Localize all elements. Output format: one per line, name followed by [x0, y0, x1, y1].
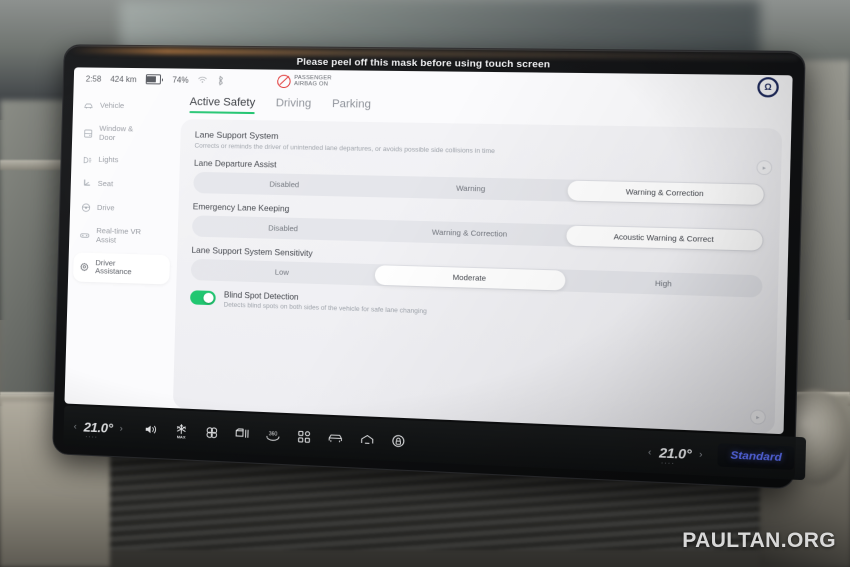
- screen-body: Vehicle Window & Door Lights Seat Drive …: [64, 89, 792, 434]
- sidebar-item-label: Drive: [96, 202, 115, 213]
- next-page-icon[interactable]: ▸: [756, 160, 773, 176]
- segment-option[interactable]: Disabled: [192, 215, 376, 241]
- segment-option-selected[interactable]: Moderate: [375, 265, 566, 291]
- segment-option[interactable]: Disabled: [193, 172, 377, 197]
- settings-panel: Lane Support System Corrects or reminds …: [172, 119, 783, 434]
- clock: 2:58: [85, 73, 102, 84]
- 360-camera-icon[interactable]: 360: [265, 427, 281, 443]
- svg-text:MAX: MAX: [176, 434, 185, 438]
- sidebar-item-label: Driver Assistance: [95, 257, 132, 277]
- car-icon: [83, 101, 94, 110]
- tab-active-safety[interactable]: Active Safety: [189, 96, 255, 114]
- sidebar-item-label: Window & Door: [98, 123, 134, 142]
- segment-option[interactable]: Warning & Correction: [375, 220, 565, 247]
- driver-temp-control: ‹ 21.0° ···· ›: [74, 418, 123, 441]
- gear-icon: [78, 262, 89, 272]
- segment-option[interactable]: High: [566, 270, 763, 298]
- chevron-left-icon[interactable]: ‹: [74, 421, 77, 431]
- sidebar-item-label: Seat: [97, 178, 114, 189]
- blind-spot-detection-text: Blind Spot Detection Detects blind spots…: [224, 290, 428, 315]
- window-door-icon: [82, 128, 93, 138]
- sidebar-item-driver-assistance[interactable]: Driver Assistance: [72, 251, 171, 285]
- sidebar-item-seat[interactable]: Seat: [75, 173, 172, 197]
- passenger-airbag-indicator: PASSENGER AIRBAG ON: [277, 74, 332, 88]
- sidebar-item-label: Vehicle: [99, 100, 125, 111]
- volume-icon[interactable]: [143, 422, 159, 438]
- rear-defrost-icon[interactable]: [234, 426, 250, 442]
- seat-icon: [81, 179, 92, 189]
- blind-spot-detection-toggle[interactable]: [189, 290, 216, 306]
- segment-option-selected[interactable]: Acoustic Warning & Correct: [565, 225, 763, 251]
- vr-assist-icon: [79, 231, 90, 240]
- next-page-icon[interactable]: ▸: [749, 409, 767, 425]
- chevron-right-icon[interactable]: ›: [120, 423, 123, 433]
- home-icon[interactable]: [359, 431, 375, 447]
- watermark: PAULTAN.ORG: [682, 529, 836, 552]
- wifi-icon[interactable]: [198, 76, 208, 84]
- apps-grid-icon[interactable]: [296, 428, 312, 444]
- airbag-label-line2: AIRBAG ON: [293, 81, 329, 88]
- lights-icon: [81, 156, 92, 165]
- chevron-right-icon[interactable]: ›: [699, 449, 703, 460]
- segment-option-selected[interactable]: Warning & Correction: [567, 180, 764, 205]
- sidebar-item-window-door[interactable]: Window & Door: [77, 118, 174, 149]
- drive-mode-button[interactable]: Standard: [717, 443, 795, 471]
- lcd-display: 2:58 424 km 74% PASSENGER AIRBAG ON Ω Ve…: [64, 67, 793, 435]
- sidebar-item-drive[interactable]: Drive: [75, 197, 172, 221]
- sidebar-item-lights[interactable]: Lights: [76, 150, 173, 173]
- range-indicator: 424 km: [110, 74, 137, 84]
- ac-max-icon[interactable]: MAX: [173, 423, 189, 439]
- segment-option[interactable]: Low: [191, 259, 375, 286]
- sidebar-item-vehicle[interactable]: Vehicle: [78, 95, 175, 118]
- fan-icon[interactable]: [204, 424, 220, 440]
- battery-percent: 74%: [172, 75, 189, 85]
- svg-text:360: 360: [269, 431, 278, 438]
- passenger-temp-control: ‹ 21.0° ···· ›: [648, 444, 703, 467]
- bluetooth-icon[interactable]: [217, 75, 225, 86]
- chevron-left-icon[interactable]: ‹: [648, 446, 652, 457]
- infotainment-screen: Please peel off this mask before using t…: [52, 44, 807, 490]
- tab-parking[interactable]: Parking: [332, 98, 371, 116]
- tab-driving[interactable]: Driving: [275, 97, 312, 115]
- door-lock-icon[interactable]: [390, 432, 406, 448]
- sidebar-item-label: Lights: [98, 155, 119, 165]
- toggle-knob: [203, 292, 215, 304]
- airbag-off-icon: [277, 74, 292, 88]
- sidebar-item-realtime-vr-assist[interactable]: Real-time VR Assist: [74, 221, 171, 253]
- steering-wheel-icon: [80, 203, 91, 213]
- content-area: Active Safety Driving Parking Lane Suppo…: [171, 91, 792, 434]
- driver-temperature[interactable]: 21.0° ····: [83, 419, 112, 441]
- climate-icon-row: MAX 360: [143, 422, 407, 449]
- sidebar-item-label: Real-time VR Assist: [95, 226, 142, 245]
- brand-logo-icon: Ω: [757, 76, 780, 98]
- vehicle-front-icon[interactable]: [327, 430, 343, 446]
- battery-icon: [145, 74, 164, 85]
- passenger-temperature[interactable]: 21.0° ····: [659, 444, 692, 467]
- tab-bar: Active Safety Driving Parking: [181, 94, 783, 122]
- segment-option[interactable]: Warning: [376, 176, 566, 202]
- sidebar-nav: Vehicle Window & Door Lights Seat Drive …: [64, 89, 179, 408]
